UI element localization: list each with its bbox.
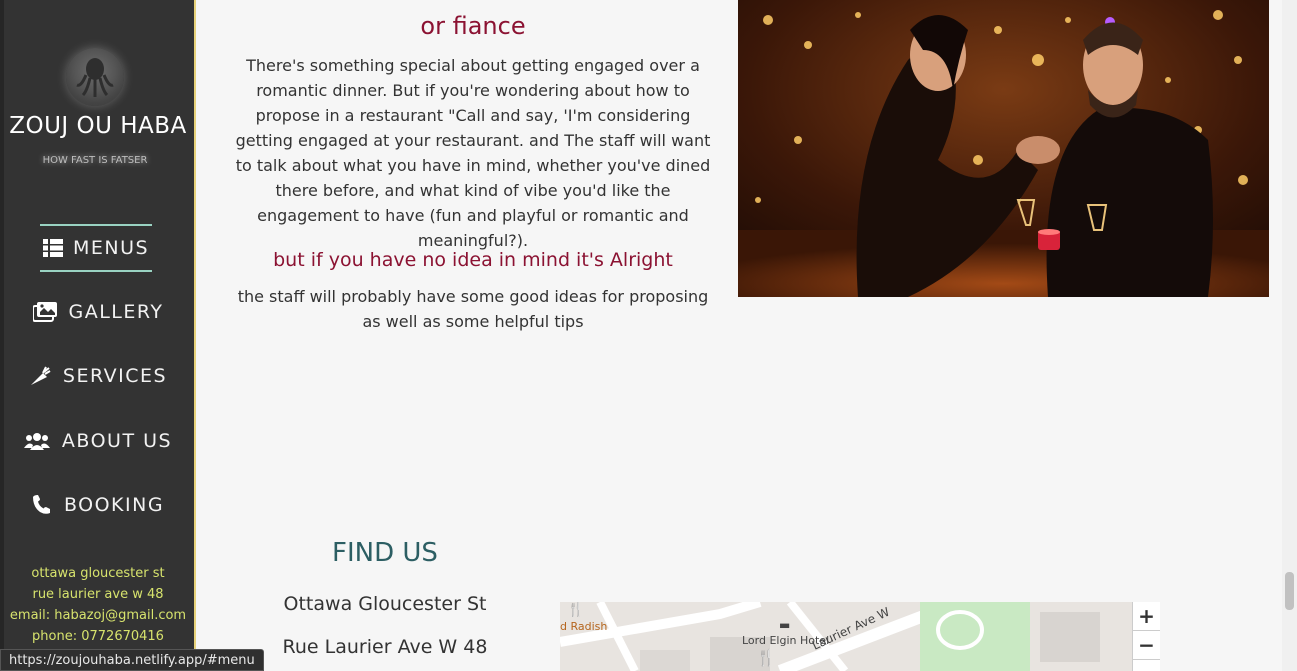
- phone-icon: [32, 495, 50, 514]
- couple-photo-image: [738, 0, 1269, 297]
- address-line-1: Ottawa Gloucester St: [283, 593, 487, 615]
- sidebar: ZOUJ OU HABA HOW FAST IS FATSER MENUS GA…: [0, 0, 196, 671]
- th-list-icon: [42, 239, 63, 257]
- contact-address: rue laurier ave w 48: [32, 587, 164, 602]
- map-zoom-controls: + −: [1132, 602, 1160, 671]
- users-icon: [23, 433, 50, 450]
- nav-booking-label: BOOKING: [63, 494, 165, 516]
- nav-gallery-label: GALLERY: [68, 301, 164, 323]
- proposal-paragraph: There's something special about getting …: [235, 56, 711, 250]
- tagline: HOW FAST IS FATSER: [42, 155, 148, 166]
- contact-phone[interactable]: phone: 0772670416: [0, 626, 196, 647]
- green-restaurant-icon: 🍴: [756, 648, 776, 667]
- staff-tips-paragraph: the staff will probably have some good i…: [237, 287, 709, 331]
- address-line-2: Rue Laurier Ave W 48: [282, 636, 488, 658]
- couple-dinner-photo: [738, 0, 1269, 297]
- nav-about-us[interactable]: ABOUT US: [0, 421, 196, 461]
- nav-services-label: SERVICES: [62, 365, 168, 387]
- nav-menus[interactable]: MENUS: [40, 224, 152, 272]
- sidebar-contact: ottawa gloucester st rue laurier ave w 4…: [0, 563, 196, 647]
- contact-street: ottawa gloucester st: [31, 566, 165, 581]
- scrollbar-thumb[interactable]: [1285, 572, 1294, 610]
- nav-gallery[interactable]: GALLERY: [0, 292, 196, 332]
- octopus-logo-icon: [76, 58, 114, 97]
- hotel-bed-icon: ▬: [779, 618, 791, 632]
- section-heading-fiance: or fiance: [420, 12, 526, 40]
- nav-services[interactable]: SERVICES: [0, 356, 196, 396]
- zoom-in-button[interactable]: +: [1133, 602, 1160, 631]
- map-label-restaurant: d Radish: [560, 620, 608, 633]
- restaurant-fork-icon: 🍴: [567, 602, 585, 618]
- no-idea-heading: but if you have no idea in mind it's Alr…: [273, 249, 673, 271]
- logo[interactable]: [66, 48, 124, 106]
- nav-about-us-label: ABOUT US: [61, 430, 173, 452]
- page-scrollbar[interactable]: [1282, 0, 1297, 671]
- nav-menus-label: MENUS: [72, 237, 150, 259]
- zoom-out-button[interactable]: −: [1133, 631, 1160, 660]
- images-icon: [32, 302, 57, 322]
- map-tiles: [560, 602, 1160, 671]
- contact-email[interactable]: email: habazoj@gmail.com: [0, 605, 196, 626]
- brand-name[interactable]: ZOUJ OU HABA: [0, 113, 196, 139]
- find-us-heading: FIND US: [332, 538, 438, 568]
- browser-status-url: https://zoujouhaba.netlify.app/#menu: [0, 649, 264, 671]
- carrot-icon: [30, 366, 51, 385]
- nav-booking[interactable]: BOOKING: [0, 485, 196, 525]
- location-map[interactable]: 🍴 d Radish ▬ Lord Elgin Hotel 🍴 Laurier …: [560, 602, 1160, 671]
